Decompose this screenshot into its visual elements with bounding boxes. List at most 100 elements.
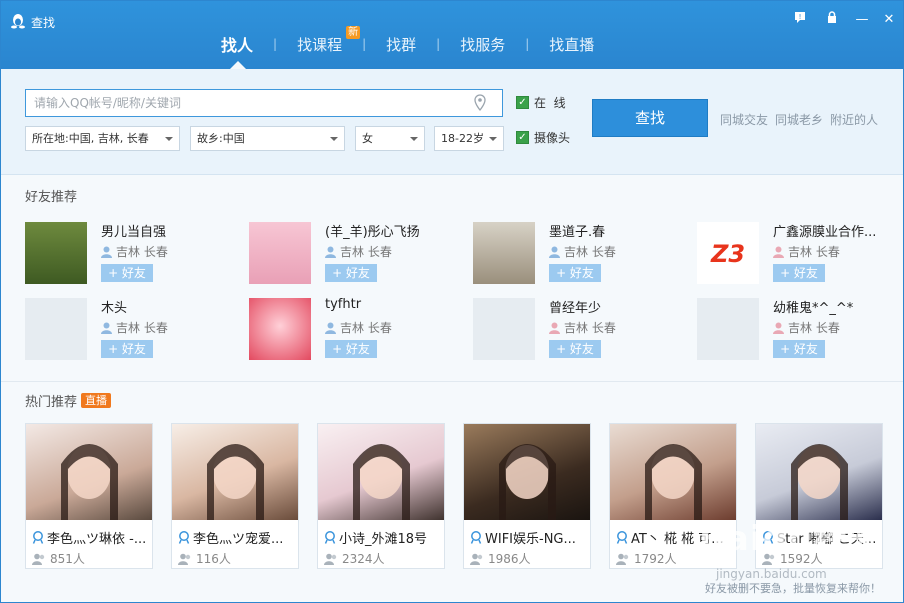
restore-friends-link[interactable]: 好友被删不要急，批量恢复来帮你！ bbox=[705, 580, 881, 596]
live-card[interactable]: WIFI娱乐-NG... 1986人 bbox=[463, 423, 591, 569]
link-fellow-townsmen[interactable]: 同城老乡 bbox=[775, 111, 823, 128]
link-local-friends[interactable]: 同城交友 bbox=[720, 111, 768, 128]
friend-location: 吉林 长春 bbox=[101, 243, 168, 260]
friend-item[interactable]: 男儿当自强吉林 长春 + 好友 bbox=[25, 217, 245, 284]
live-card[interactable]: 李色灬ツ琳依 -... 851人 bbox=[25, 423, 153, 569]
friend-name[interactable]: 曾经年少 bbox=[549, 297, 689, 316]
window-title: 查找 bbox=[31, 16, 56, 30]
live-room-icon bbox=[32, 531, 44, 544]
live-thumbnail[interactable] bbox=[464, 424, 590, 520]
add-friend-button[interactable]: + 好友 bbox=[101, 340, 153, 358]
minimize-button[interactable]: — bbox=[853, 11, 871, 29]
avatar[interactable] bbox=[473, 222, 535, 284]
location-pin-icon[interactable] bbox=[473, 94, 487, 112]
friend-item[interactable]: Z3 广鑫源膜业合作... 吉林 长春 + 好友 bbox=[697, 217, 904, 284]
person-icon bbox=[101, 322, 112, 334]
live-card[interactable]: 小诗_外滩18号 2324人 bbox=[317, 423, 445, 569]
tab-find-group[interactable]: 找群 bbox=[366, 34, 436, 55]
add-friend-button[interactable]: + 好友 bbox=[773, 264, 825, 282]
live-room-icon bbox=[324, 531, 336, 544]
live-card[interactable]: 李色灬ツ宠爱... 116人 bbox=[171, 423, 299, 569]
section-title-text: 热门推荐 bbox=[25, 395, 78, 410]
select-value: 18-22岁 bbox=[441, 132, 484, 145]
avatar[interactable] bbox=[25, 222, 87, 284]
friend-name[interactable]: tyfhtr bbox=[325, 297, 465, 312]
gender-select[interactable]: 女 bbox=[355, 126, 425, 151]
friend-item[interactable]: tyfhtr 吉林 长春 + 好友 bbox=[249, 293, 469, 360]
tab-label: 找课程 bbox=[297, 35, 343, 54]
avatar[interactable] bbox=[25, 298, 87, 360]
search-input[interactable] bbox=[25, 89, 503, 117]
location-text: 吉林 长春 bbox=[564, 245, 616, 259]
tab-find-course[interactable]: 找课程新 bbox=[277, 25, 362, 55]
location-select[interactable]: 所在地:中国, 吉林, 长春 bbox=[25, 126, 180, 151]
person-icon bbox=[549, 246, 560, 258]
avatar[interactable] bbox=[249, 222, 311, 284]
avatar[interactable]: Z3 bbox=[697, 222, 759, 284]
chevron-down-icon bbox=[330, 137, 338, 141]
tab-find-people[interactable]: 找人 bbox=[201, 32, 273, 56]
select-value: 故乡:中国 bbox=[197, 132, 245, 145]
live-thumbnail[interactable] bbox=[318, 424, 444, 520]
quick-links: 同城交友 同城老乡 附近的人 bbox=[720, 111, 878, 128]
tab-find-live[interactable]: 找直播 bbox=[529, 34, 614, 55]
live-title: 李色灬ツ宠爱... bbox=[178, 528, 296, 547]
lock-icon[interactable] bbox=[823, 11, 841, 29]
svg-text:!: ! bbox=[799, 13, 802, 21]
link-nearby-people[interactable]: 附近的人 bbox=[830, 111, 878, 128]
viewers-icon bbox=[470, 553, 483, 565]
viewer-count: 1986人 bbox=[470, 550, 531, 567]
feedback-icon[interactable]: ! bbox=[791, 11, 809, 29]
new-badge: 新 bbox=[346, 25, 361, 39]
friend-name[interactable]: 男儿当自强 bbox=[101, 221, 241, 240]
friend-item[interactable]: 墨道子.春吉林 长春 + 好友 bbox=[473, 217, 693, 284]
add-friend-button[interactable]: + 好友 bbox=[101, 264, 153, 282]
live-thumbnail[interactable] bbox=[610, 424, 736, 520]
add-friend-button[interactable]: + 好友 bbox=[549, 264, 601, 282]
viewers-icon bbox=[324, 553, 337, 565]
active-tab-caret bbox=[230, 61, 246, 69]
hometown-select[interactable]: 故乡:中国 bbox=[190, 126, 345, 151]
main-tabs: 找人 | 找课程新 | 找群 | 找服务 | 找直播 bbox=[201, 25, 614, 59]
age-select[interactable]: 18-22岁 bbox=[434, 126, 504, 151]
friend-name[interactable]: 木头 bbox=[101, 297, 241, 316]
friend-item[interactable]: (羊_羊)彤心飞扬吉林 长春 + 好友 bbox=[249, 217, 469, 284]
friend-name[interactable]: (羊_羊)彤心飞扬 bbox=[325, 221, 465, 240]
live-thumbnail[interactable] bbox=[26, 424, 152, 520]
add-friend-button[interactable]: + 好友 bbox=[773, 340, 825, 358]
person-icon bbox=[101, 246, 112, 258]
live-title-text: WIFI娱乐-NG... bbox=[485, 532, 576, 547]
add-friend-button[interactable]: + 好友 bbox=[325, 264, 377, 282]
title-bar: 查找 ! — ✕ 找人 | 找课程新 | 找群 | 找服务 | 找直播 bbox=[1, 1, 903, 69]
friend-name[interactable]: 幼稚鬼*^_^* bbox=[773, 297, 904, 316]
friend-item[interactable]: 幼稚鬼*^_^* 吉林 长春 + 好友 bbox=[697, 293, 904, 360]
location-text: 吉林 长春 bbox=[788, 245, 840, 259]
chevron-down-icon bbox=[165, 137, 173, 141]
avatar[interactable] bbox=[249, 298, 311, 360]
friend-recommend-grid: 男儿当自强 吉林 长春 + 好友 (羊_羊)彤心飞扬 吉林 长春 + 好友 墨道子.春 吉林 … bbox=[25, 217, 895, 367]
viewer-count-text: 1986人 bbox=[488, 552, 531, 566]
avatar[interactable] bbox=[697, 298, 759, 360]
add-friend-button[interactable]: + 好友 bbox=[325, 340, 377, 358]
viewers-icon bbox=[616, 553, 629, 565]
friend-name[interactable]: 广鑫源膜业合作... bbox=[773, 221, 904, 240]
friend-item[interactable]: 木头 吉林 长春 + 好友 bbox=[25, 293, 245, 360]
friend-item[interactable]: 曾经年少 吉林 长春 + 好友 bbox=[473, 293, 693, 360]
viewers-icon bbox=[178, 553, 191, 565]
tab-find-service[interactable]: 找服务 bbox=[440, 34, 525, 55]
close-button[interactable]: ✕ bbox=[880, 11, 898, 29]
friend-name[interactable]: 墨道子.春 bbox=[549, 221, 689, 240]
person-icon bbox=[773, 246, 784, 258]
live-thumbnail[interactable] bbox=[172, 424, 298, 520]
avatar[interactable] bbox=[473, 298, 535, 360]
find-button[interactable]: 查找 bbox=[592, 99, 708, 137]
camera-checkbox[interactable]: ✓ 摄像头 bbox=[516, 129, 570, 146]
add-friend-button[interactable]: + 好友 bbox=[549, 340, 601, 358]
location-text: 吉林 长春 bbox=[340, 245, 392, 259]
live-title-text: 李色灬ツ琳依 -... bbox=[47, 532, 147, 547]
live-room-icon bbox=[470, 531, 482, 544]
location-text: 吉林 长春 bbox=[116, 245, 168, 259]
online-checkbox[interactable]: ✓ 在 线 bbox=[516, 94, 566, 111]
qq-penguin-icon bbox=[11, 14, 25, 29]
live-thumbnail[interactable] bbox=[756, 424, 882, 520]
